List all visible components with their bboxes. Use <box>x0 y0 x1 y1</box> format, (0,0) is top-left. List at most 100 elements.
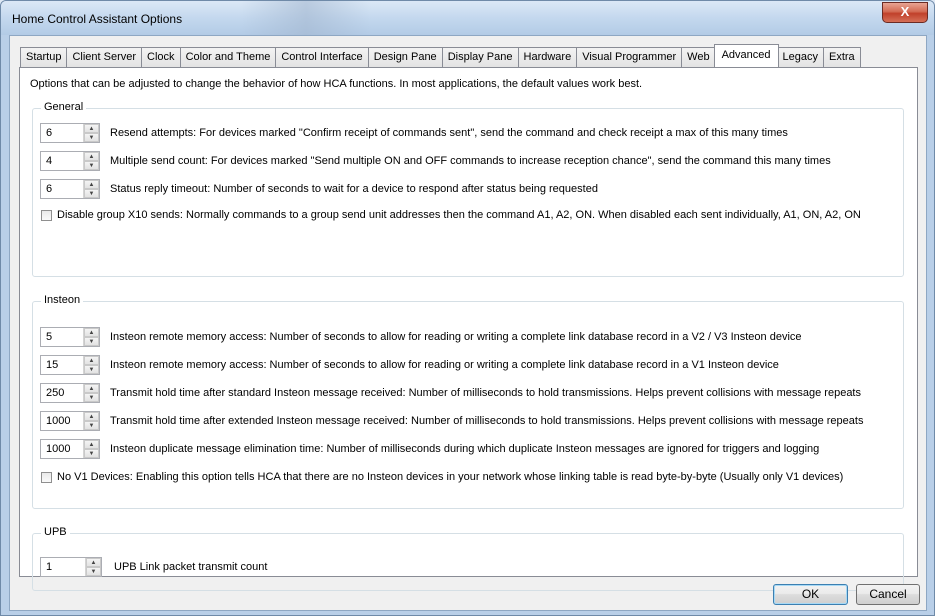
spinner-buttons: ▲ ▼ <box>85 558 101 576</box>
spin-up-arrow-icon[interactable]: ▲ <box>84 384 99 393</box>
tab-advanced[interactable]: Advanced <box>713 44 779 67</box>
spin-down-arrow-icon[interactable]: ▼ <box>86 567 101 576</box>
spin-down-arrow-icon[interactable]: ▼ <box>84 337 99 346</box>
tab-extra[interactable]: Extra <box>823 47 861 67</box>
spinner-buttons: ▲ ▼ <box>83 412 99 430</box>
insteon-group: Insteon 5 ▲ ▼ Insteon remote memory acces… <box>32 294 904 509</box>
no-v1-devices-label[interactable]: No V1 Devices: Enabling this option tell… <box>57 471 843 483</box>
spinner-buttons: ▲ ▼ <box>83 124 99 142</box>
duplicate-elimination-value[interactable]: 1000 <box>41 440 83 458</box>
disable-group-x10-checkbox[interactable] <box>41 209 52 221</box>
insteon-v1-memory-value[interactable]: 15 <box>41 356 83 374</box>
spin-up-arrow-icon[interactable]: ▲ <box>84 328 99 337</box>
general-row-multiple-send: 4 ▲ ▼ Multiple send count: For devices ma… <box>40 150 831 172</box>
spinner-buttons: ▲ ▼ <box>83 384 99 402</box>
multiple-send-count-value[interactable]: 4 <box>41 152 83 170</box>
insteon-row-extended-hold: 1000 ▲ ▼ Transmit hold time after extende… <box>40 410 863 432</box>
spinner-buttons: ▲ ▼ <box>83 356 99 374</box>
tab-control-interface[interactable]: Control Interface <box>275 47 369 67</box>
spin-up-arrow-icon[interactable]: ▲ <box>84 124 99 133</box>
close-button[interactable]: X <box>882 2 928 23</box>
tab-startup[interactable]: Startup <box>20 47 68 67</box>
tab-color-and-theme[interactable]: Color and Theme <box>179 47 277 67</box>
spinner-buttons: ▲ ▼ <box>83 152 99 170</box>
cancel-button[interactable]: Cancel <box>856 584 920 605</box>
spin-down-arrow-icon[interactable]: ▼ <box>84 161 99 170</box>
insteon-group-label: Insteon <box>41 294 84 306</box>
upb-group: UPB 1 ▲ ▼ UPB Link packet transmit count <box>32 526 904 591</box>
extended-hold-time-label: Transmit hold time after extended Insteo… <box>110 415 864 427</box>
spin-down-arrow-icon[interactable]: ▼ <box>84 421 99 430</box>
insteon-v1-memory-spinner[interactable]: 15 ▲ ▼ <box>40 355 100 375</box>
upb-transmit-count-spinner[interactable]: 1 ▲ ▼ <box>40 557 102 577</box>
general-row-status-timeout: 6 ▲ ▼ Status reply timeout: Number of sec… <box>40 178 598 200</box>
dialog-client: Startup Client Server Clock Color and Th… <box>9 35 927 611</box>
resend-attempts-label: Resend attempts: For devices marked "Con… <box>110 127 788 139</box>
spin-up-arrow-icon[interactable]: ▲ <box>86 558 101 567</box>
insteon-v2v3-memory-value[interactable]: 5 <box>41 328 83 346</box>
upb-row-transmit-count: 1 ▲ ▼ UPB Link packet transmit count <box>40 556 267 578</box>
duplicate-elimination-label: Insteon duplicate message elimination ti… <box>110 443 820 455</box>
upb-group-label: UPB <box>41 526 70 538</box>
insteon-row-duplicate-elimination: 1000 ▲ ▼ Insteon duplicate message elimin… <box>40 438 819 460</box>
spin-up-arrow-icon[interactable]: ▲ <box>84 412 99 421</box>
spin-up-arrow-icon[interactable]: ▲ <box>84 356 99 365</box>
tab-clock[interactable]: Clock <box>141 47 181 67</box>
general-row-resend-attempts: 6 ▲ ▼ Resend attempts: For devices marked… <box>40 122 788 144</box>
upb-transmit-count-label: UPB Link packet transmit count <box>114 561 268 573</box>
spin-up-arrow-icon[interactable]: ▲ <box>84 440 99 449</box>
advanced-tab-panel: Options that can be adjusted to change t… <box>19 67 918 591</box>
status-reply-timeout-label: Status reply timeout: Number of seconds … <box>110 183 598 195</box>
extended-hold-time-spinner[interactable]: 1000 ▲ ▼ <box>40 411 100 431</box>
tab-hardware[interactable]: Hardware <box>517 47 578 67</box>
no-v1-devices-checkbox[interactable] <box>41 471 52 483</box>
insteon-row-v2v3-memory: 5 ▲ ▼ Insteon remote memory access: Numbe… <box>40 326 802 348</box>
spin-down-arrow-icon[interactable]: ▼ <box>84 133 99 142</box>
tab-strip: Startup Client Server Clock Color and Th… <box>20 44 861 67</box>
spin-down-arrow-icon[interactable]: ▼ <box>84 449 99 458</box>
spin-down-arrow-icon[interactable]: ▼ <box>84 393 99 402</box>
spinner-buttons: ▲ ▼ <box>83 180 99 198</box>
insteon-v1-memory-label: Insteon remote memory access: Number of … <box>110 359 779 371</box>
title-bar: Home Control Assistant Options X <box>1 1 934 35</box>
insteon-row-standard-hold: 250 ▲ ▼ Transmit hold time after standard… <box>40 382 861 404</box>
standard-hold-time-label: Transmit hold time after standard Insteo… <box>110 387 861 399</box>
status-reply-timeout-value[interactable]: 6 <box>41 180 83 198</box>
tab-web[interactable]: Web <box>681 47 716 67</box>
tab-design-pane[interactable]: Design Pane <box>367 47 443 67</box>
spin-up-arrow-icon[interactable]: ▲ <box>84 152 99 161</box>
close-icon: X <box>900 4 910 19</box>
upb-transmit-count-value[interactable]: 1 <box>41 558 85 576</box>
no-v1-devices-row[interactable]: No V1 Devices: Enabling this option tell… <box>41 466 843 488</box>
general-group: General 6 ▲ ▼ Resend attempts: For device… <box>32 101 904 277</box>
ok-button[interactable]: OK <box>773 584 848 605</box>
disable-group-x10-label[interactable]: Disable group X10 sends: Normally comman… <box>57 209 861 221</box>
standard-hold-time-value[interactable]: 250 <box>41 384 83 402</box>
insteon-v2v3-memory-label: Insteon remote memory access: Number of … <box>110 331 802 343</box>
multiple-send-count-spinner[interactable]: 4 ▲ ▼ <box>40 151 100 171</box>
status-reply-timeout-spinner[interactable]: 6 ▲ ▼ <box>40 179 100 199</box>
intro-text: Options that can be adjusted to change t… <box>30 78 643 90</box>
tab-legacy[interactable]: Legacy <box>776 47 824 67</box>
spin-down-arrow-icon[interactable]: ▼ <box>84 365 99 374</box>
insteon-row-v1-memory: 15 ▲ ▼ Insteon remote memory access: Numb… <box>40 354 779 376</box>
options-window: Home Control Assistant Options X Startup… <box>0 0 935 616</box>
disable-group-x10-row[interactable]: Disable group X10 sends: Normally comman… <box>41 204 861 226</box>
spinner-buttons: ▲ ▼ <box>83 328 99 346</box>
spinner-buttons: ▲ ▼ <box>83 440 99 458</box>
window-title: Home Control Assistant Options <box>12 12 183 26</box>
tab-client-server[interactable]: Client Server <box>66 47 143 67</box>
spin-up-arrow-icon[interactable]: ▲ <box>84 180 99 189</box>
duplicate-elimination-spinner[interactable]: 1000 ▲ ▼ <box>40 439 100 459</box>
extended-hold-time-value[interactable]: 1000 <box>41 412 83 430</box>
tab-display-pane[interactable]: Display Pane <box>441 47 519 67</box>
general-group-label: General <box>41 101 87 113</box>
tab-visual-programmer[interactable]: Visual Programmer <box>576 47 683 67</box>
multiple-send-count-label: Multiple send count: For devices marked … <box>110 155 831 167</box>
resend-attempts-spinner[interactable]: 6 ▲ ▼ <box>40 123 100 143</box>
spin-down-arrow-icon[interactable]: ▼ <box>84 189 99 198</box>
title-bar-glass <box>241 1 371 35</box>
standard-hold-time-spinner[interactable]: 250 ▲ ▼ <box>40 383 100 403</box>
resend-attempts-value[interactable]: 6 <box>41 124 83 142</box>
insteon-v2v3-memory-spinner[interactable]: 5 ▲ ▼ <box>40 327 100 347</box>
